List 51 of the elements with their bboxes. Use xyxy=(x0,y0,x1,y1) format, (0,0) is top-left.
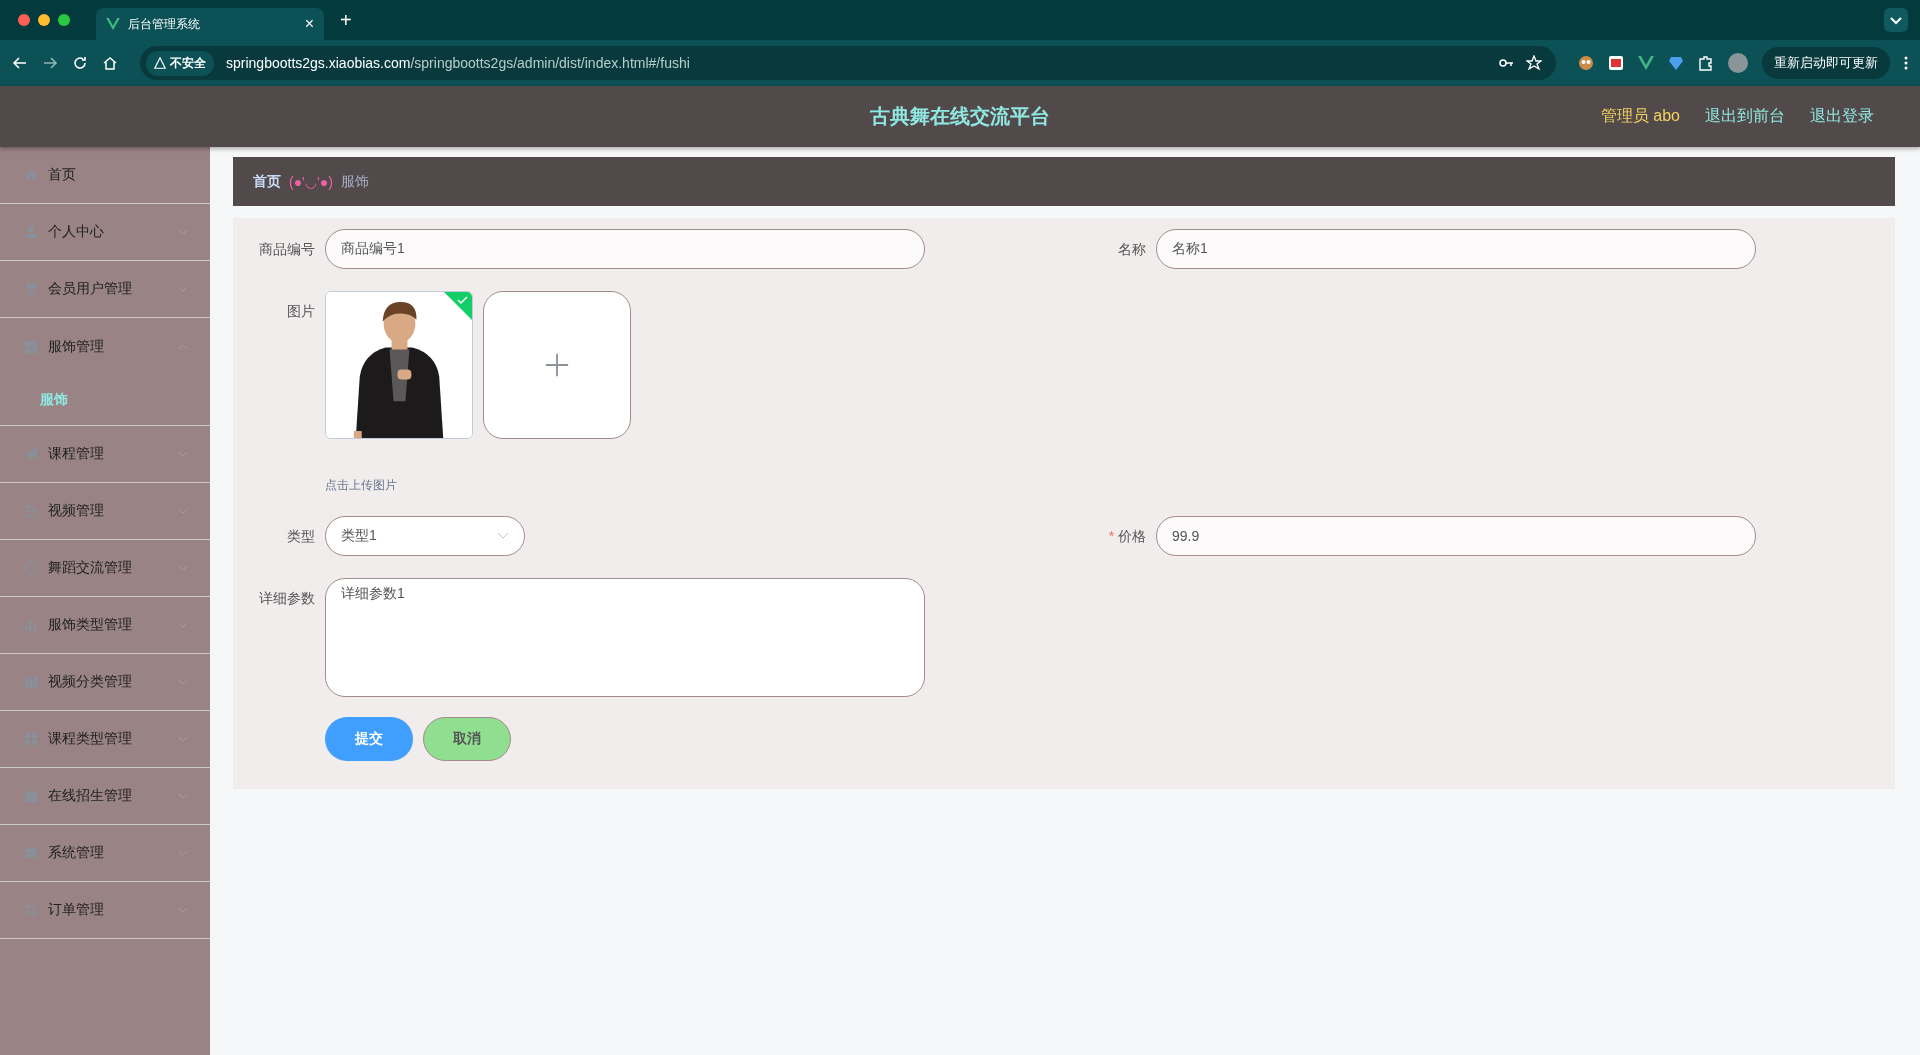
select-field[interactable]: 类型1 xyxy=(325,516,525,556)
gem-icon[interactable] xyxy=(1668,55,1684,71)
plus-icon xyxy=(544,352,570,378)
chevron-icon xyxy=(497,532,509,540)
close-tab-button[interactable]: × xyxy=(304,15,314,33)
new-tab-button[interactable]: + xyxy=(334,8,358,32)
field-label: * 价格 xyxy=(1107,527,1146,546)
minimize-window-icon[interactable] xyxy=(38,14,50,26)
breadcrumb-current: 服饰 xyxy=(340,172,369,191)
menu-item[interactable]: 服饰管理 xyxy=(0,318,210,375)
header-link[interactable]: 退出到前台 xyxy=(1705,106,1785,127)
cancel-button[interactable]: 取消 xyxy=(423,717,511,761)
input-field[interactable]: 名称1 xyxy=(1156,229,1756,269)
url-text: springbootts2gs.xiaobias.com/springbootts2gs/admin/dist/index.html#/fushi xyxy=(226,55,690,71)
v-logo-icon xyxy=(106,18,120,30)
breadcrumb-link[interactable]: 首页 xyxy=(253,172,281,191)
forward-icon[interactable] xyxy=(42,55,58,71)
input-field[interactable]: 商品编号1 xyxy=(325,229,925,269)
security-chip[interactable]: 不安全 xyxy=(146,50,214,76)
upload-hint: 点击上传图片 xyxy=(325,477,398,494)
reload-icon[interactable] xyxy=(72,55,88,71)
extension-icon[interactable] xyxy=(1608,55,1624,71)
v-logo-icon[interactable] xyxy=(1638,55,1654,71)
zoom-window-icon[interactable] xyxy=(58,14,70,26)
update-button[interactable]: 重新启动即可更新 xyxy=(1762,47,1890,79)
field-label: 详细参数 xyxy=(258,589,315,608)
submit-button[interactable]: 提交 xyxy=(325,717,413,761)
field-label: 名称 xyxy=(1117,240,1146,259)
menu-icon[interactable] xyxy=(1904,55,1908,71)
back-icon[interactable] xyxy=(12,55,28,71)
browser-tab[interactable]: 后台管理系统 × xyxy=(96,8,324,40)
field-label: 商品编号 xyxy=(258,240,315,259)
input-field[interactable]: 99.9 xyxy=(1156,516,1756,556)
breadcrumb-separator: (●'◡'●) xyxy=(289,173,333,190)
address-bar[interactable]: 不安全 springbootts2gs.xiaobias.com/springbootts2gs/admin/dist/index.html#/fushi xyxy=(140,46,1556,80)
submenu-item[interactable]: 服饰 xyxy=(0,375,210,425)
extension-icon[interactable] xyxy=(1578,55,1594,71)
header-link[interactable]: 退出登录 xyxy=(1810,106,1874,127)
field-label: 图片 xyxy=(286,302,315,321)
user-name: 管理员 abo xyxy=(1600,106,1680,126)
tab-search-button[interactable] xyxy=(1884,8,1908,32)
star-icon[interactable] xyxy=(1526,55,1542,71)
upload-button[interactable] xyxy=(483,291,631,439)
puzzle-icon[interactable] xyxy=(1698,55,1714,71)
warning-icon xyxy=(154,57,166,69)
profile-avatar[interactable] xyxy=(1728,53,1748,73)
text-area[interactable]: 详细参数1 xyxy=(325,578,925,697)
field-label: 类型 xyxy=(286,527,315,546)
close-window-icon[interactable] xyxy=(18,14,30,26)
site-title: 古典舞在线交流平台 xyxy=(870,104,1050,129)
home-icon[interactable] xyxy=(102,55,118,71)
